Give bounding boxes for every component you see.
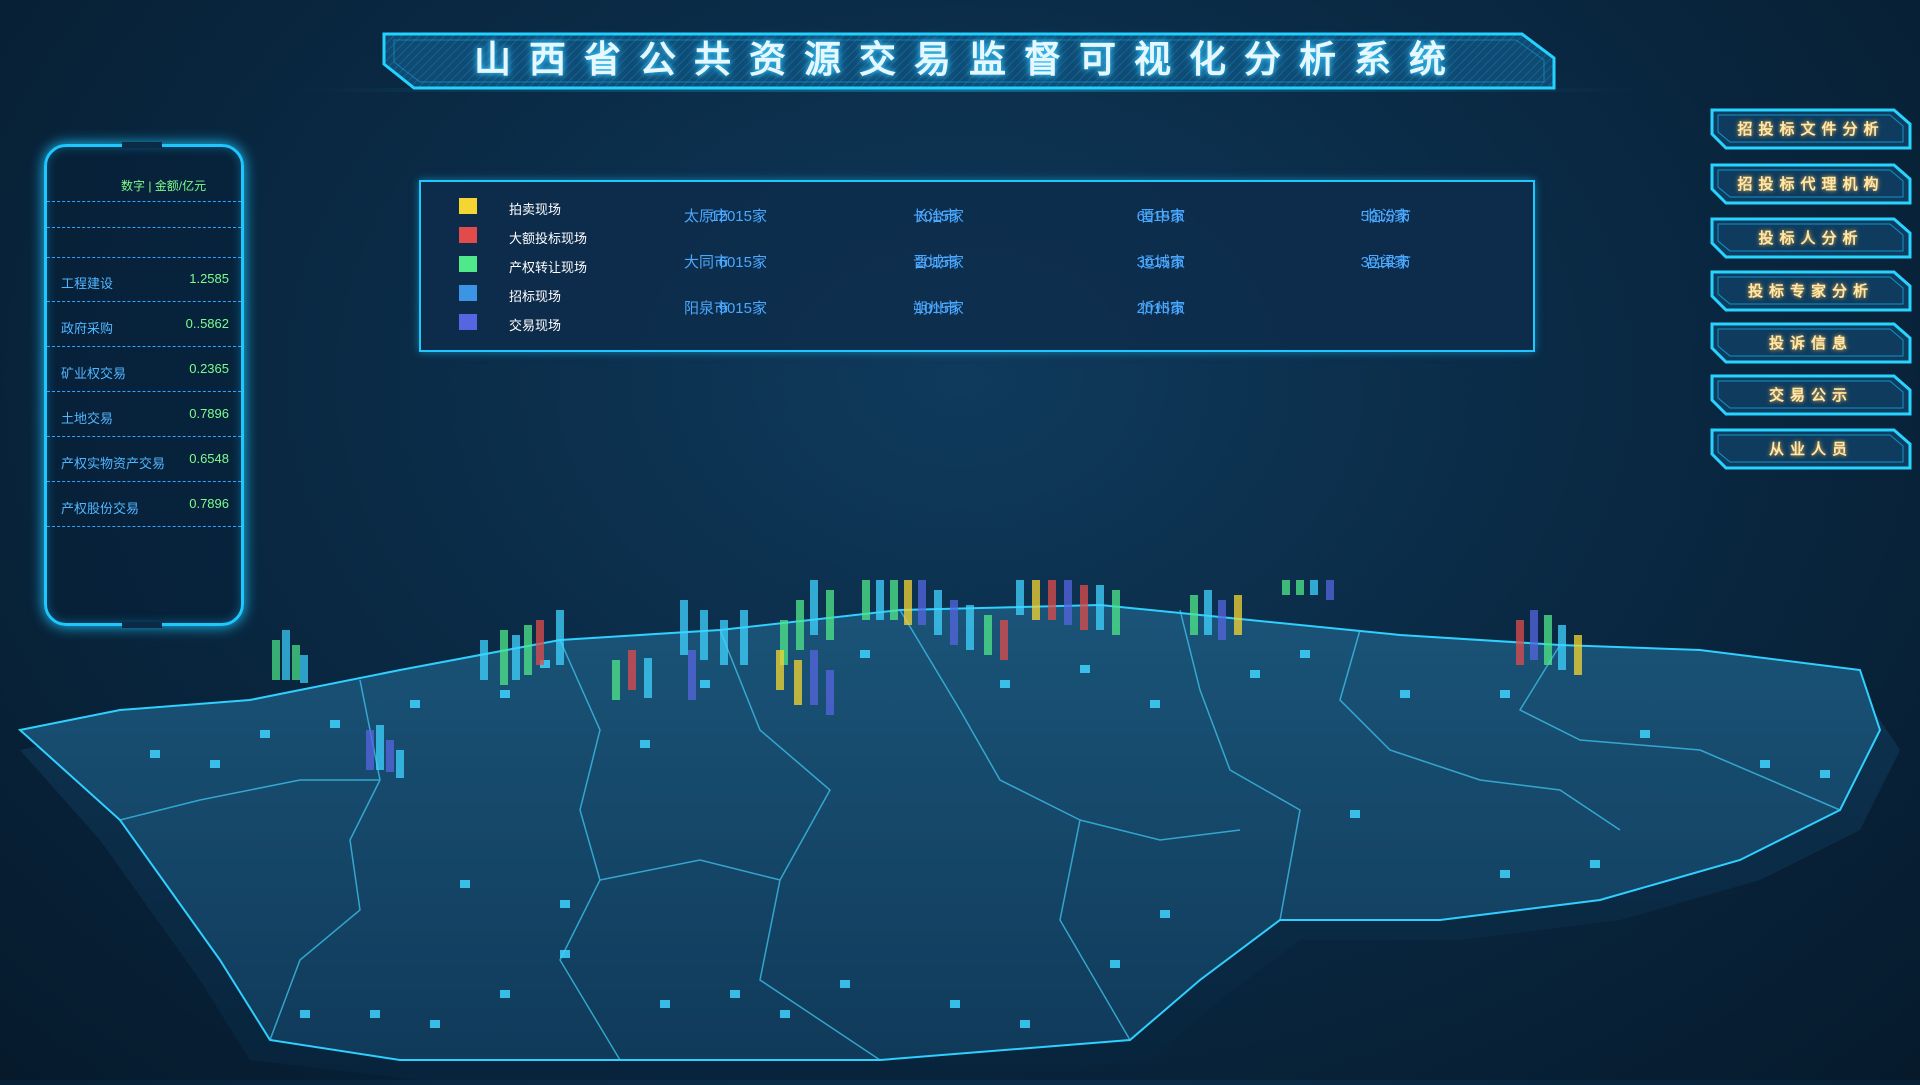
summary-row-land[interactable]: 土地交易 0.7896 [47,392,241,437]
row-label: 产权实物资产交易 [61,456,166,471]
summary-row-equity[interactable]: 产权股份交易 0.7896 [47,482,241,527]
legend-swatch [459,285,477,301]
row-value: 1.2585 [189,271,229,286]
map-canvas [17,550,1900,1080]
row-label: 工程建设 [61,276,114,291]
nav-button-expert-analysis[interactable]: 投标专家分析 [1710,270,1912,312]
legend-label: 交易现场 [509,318,562,333]
title-glow-line [300,88,1640,92]
panel-frame-notch [122,142,162,148]
city-count: 3015家 [1136,254,1185,271]
button-label: 招投标文件分析 [1737,120,1885,138]
amount-summary-panel: 数字 | 金额/亿元 工程建设 1.2585 政府采购 0..5862 矿业权交… [44,142,244,628]
nav-button-bid-document-analysis[interactable]: 招投标文件分析 [1710,108,1912,150]
city-count: 2015家 [1136,300,1185,317]
button-label: 交易公示 [1768,386,1853,404]
city-count: 5015家 [1360,208,1409,225]
page-title-banner: 山西省公共资源交易监督可视化分析系统 [382,30,1556,90]
legend-label: 拍卖现场 [509,202,562,217]
page-title: 山西省公共资源交易监督可视化分析系统 [474,38,1464,81]
button-label: 投标专家分析 [1747,282,1874,300]
city-count: 3015家 [1360,254,1409,271]
nav-button-practitioners[interactable]: 从业人员 [1710,428,1912,470]
nav-button-bidder-analysis[interactable]: 投标人分析 [1710,217,1912,259]
row-label: 产权股份交易 [61,501,140,516]
legend-swatch [459,256,477,272]
legend-swatch [459,198,477,214]
divider [47,227,241,228]
legend-swatch [459,314,477,330]
row-value: 0.6548 [189,451,229,466]
city-count: 9015家 [718,300,767,317]
nav-button-trade-notice[interactable]: 交易公示 [1710,374,1912,416]
row-value: 0.2365 [189,361,229,376]
row-value: 0..5862 [185,316,229,331]
city-count: 7015家 [915,208,964,225]
summary-row-physical-assets[interactable]: 产权实物资产交易 0.6548 [47,437,241,482]
nav-button-bid-agency[interactable]: 招投标代理机构 [1710,163,1912,205]
button-label: 从业人员 [1768,440,1853,458]
row-value: 0.7896 [189,406,229,421]
summary-row-procurement[interactable]: 政府采购 0..5862 [47,302,241,347]
province-3d-map[interactable] [0,550,1920,1080]
city-count: 1015家 [915,300,964,317]
legend-label: 产权转让现场 [509,260,588,275]
legend-label: 大额投标现场 [509,231,588,246]
row-label: 政府采购 [61,321,114,336]
city-count: 2015家 [915,254,964,271]
summary-row-engineering[interactable]: 工程建设 1.2585 [47,257,241,302]
row-value: 0.7896 [189,496,229,511]
legend-stats-panel: 拍卖现场 大额投标现场 产权转让现场 招标现场 交易现场 太原市 12015家 … [419,180,1535,352]
button-label: 投诉信息 [1768,334,1853,352]
row-label: 矿业权交易 [61,366,127,381]
divider [47,201,241,202]
bar-cluster-west [272,630,308,683]
row-label: 土地交易 [61,411,114,426]
city-count: 6015家 [1136,208,1185,225]
summary-row-mining[interactable]: 矿业权交易 0.2365 [47,347,241,392]
city-count: 12015家 [710,208,767,225]
button-label: 招投标代理机构 [1737,175,1885,193]
legend-label: 招标现场 [509,289,562,304]
nav-button-complaints[interactable]: 投诉信息 [1710,322,1912,364]
city-count: 6015家 [718,254,767,271]
legend-swatch [459,227,477,243]
button-label: 投标人分析 [1758,229,1864,247]
unit-label: 数字 | 金额/亿元 [121,179,207,193]
